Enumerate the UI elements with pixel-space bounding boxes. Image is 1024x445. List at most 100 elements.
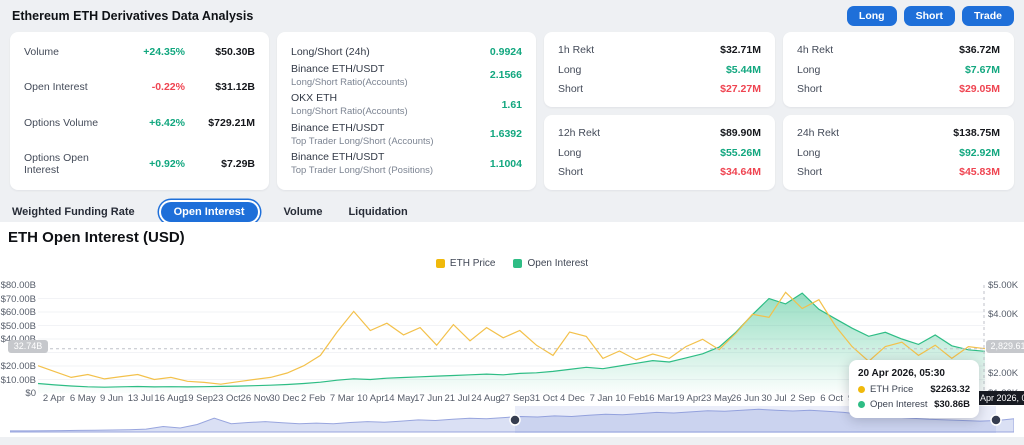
stat-row: Options Volume+6.42%$729.21M bbox=[24, 117, 255, 129]
ratio-title: Binance ETH/USDT bbox=[291, 151, 433, 163]
rekt-short-row: Short$29.05M bbox=[797, 83, 1000, 95]
rekt-short-label: Short bbox=[797, 83, 822, 95]
navigator-handle-left[interactable] bbox=[510, 415, 520, 425]
left-axis-tick-label: $70.00B bbox=[0, 294, 36, 305]
tooltip-series-dot-icon bbox=[858, 401, 865, 408]
ratio-title: Long/Short (24h) bbox=[291, 46, 370, 58]
header-button-trade[interactable]: Trade bbox=[962, 6, 1014, 26]
header-button-long[interactable]: Long bbox=[847, 6, 897, 26]
rekt-total-value: $89.90M bbox=[720, 127, 761, 139]
x-axis-tick-label: 21 Jul bbox=[445, 393, 470, 404]
x-axis-tick-label: 9 Jun bbox=[100, 393, 123, 404]
x-axis-tick-label: 2 Apr bbox=[43, 393, 65, 404]
x-axis-tick-label: 23 Oct bbox=[213, 393, 241, 404]
chart-legend: ETH Price Open Interest bbox=[0, 258, 1024, 269]
rekt-short-value: $45.83M bbox=[959, 166, 1000, 178]
header-actions: Long Short Trade bbox=[847, 6, 1014, 26]
rekt-period-label: 1h Rekt bbox=[558, 44, 594, 56]
x-axis-tick-label: 23 May bbox=[701, 393, 732, 404]
left-axis-tick-label: $20.00B bbox=[0, 361, 36, 372]
rekt-long-label: Long bbox=[558, 64, 581, 76]
rekt-short-value: $34.64M bbox=[720, 166, 761, 178]
ratio-row: OKX ETHLong/Short Ratio(Accounts)1.61 bbox=[291, 92, 522, 117]
ratio-title: OKX ETH bbox=[291, 92, 408, 104]
rekt-long-row: Long$5.44M bbox=[558, 64, 761, 76]
x-axis-tick-label: 2 Sep bbox=[790, 393, 815, 404]
tab-liquidation[interactable]: Liquidation bbox=[348, 206, 407, 218]
rekt-card-12h: 12h Rekt$89.90MLong$55.26MShort$34.64M bbox=[544, 115, 775, 190]
ratio-subtitle: Top Trader Long/Short (Positions) bbox=[291, 165, 433, 176]
rekt-long-label: Long bbox=[797, 147, 820, 159]
x-axis-tick-label: 17 Jun bbox=[414, 393, 443, 404]
x-axis-tick-label: 19 Apr bbox=[674, 393, 701, 404]
navigator-handle-right[interactable] bbox=[991, 415, 1001, 425]
tooltip-series-dot-icon bbox=[858, 386, 865, 393]
stat-row: Open Interest-0.22%$31.12B bbox=[24, 81, 255, 93]
stat-value: $729.21M bbox=[185, 117, 255, 129]
rekt-long-value: $92.92M bbox=[959, 147, 1000, 159]
tooltip-series-label: ETH Price bbox=[870, 384, 930, 395]
x-axis-tick-label: 19 Sep bbox=[183, 393, 213, 404]
rekt-total-row: 4h Rekt$36.72M bbox=[797, 44, 1000, 56]
ratio-row: Binance ETH/USDTTop Trader Long/Short (A… bbox=[291, 122, 522, 147]
tab-volume[interactable]: Volume bbox=[284, 206, 323, 218]
tooltip-series-value: $2263.32 bbox=[930, 384, 970, 395]
rekt-card-1h: 1h Rekt$32.71M Long$5.44M Short$27.27M bbox=[544, 32, 775, 107]
rekt-total-row: 1h Rekt$32.71M bbox=[558, 44, 761, 56]
ratio-label-group: Long/Short (24h) bbox=[291, 46, 370, 58]
ratio-value: 0.9924 bbox=[490, 46, 522, 58]
stat-row: Volume+24.35%$50.30B bbox=[24, 46, 255, 58]
ratio-subtitle: Long/Short Ratio(Accounts) bbox=[291, 106, 408, 117]
left-axis-tick-label: $80.00B bbox=[0, 280, 36, 291]
rekt-short-row: Short$27.27M bbox=[558, 83, 761, 95]
rekt-short-label: Short bbox=[558, 166, 583, 178]
stat-change: +6.42% bbox=[123, 117, 185, 129]
stat-row: Options Open Interest+0.92%$7.29B bbox=[24, 152, 255, 176]
tab-open-interest[interactable]: Open Interest bbox=[161, 202, 258, 222]
rekt-long-label: Long bbox=[797, 64, 820, 76]
ratio-title: Binance ETH/USDT bbox=[291, 122, 434, 134]
tooltip-row: Open Interest$30.86B bbox=[858, 399, 970, 410]
right-axis-tick-label: $5.00K bbox=[988, 280, 1018, 291]
stats-cards: Volume+24.35%$50.30B Open Interest-0.22%$… bbox=[10, 32, 1014, 190]
x-axis-tick-label: 10 Feb bbox=[615, 393, 645, 404]
rekt-total-value: $36.72M bbox=[959, 44, 1000, 56]
ratio-value: 2.1566 bbox=[490, 69, 522, 81]
x-axis-tick-label: 26 Jun bbox=[731, 393, 760, 404]
rekt-total-row: 24h Rekt$138.75M bbox=[797, 127, 1000, 139]
x-axis-tick-label: 30 Jul bbox=[761, 393, 786, 404]
ratio-label-group: Binance ETH/USDT Top Trader Long/Short (P… bbox=[291, 151, 433, 176]
ratio-title: Binance ETH/USDT bbox=[291, 63, 408, 75]
x-axis-tick-label: 13 Jul bbox=[128, 393, 153, 404]
x-axis-tick-label: 6 May bbox=[70, 393, 96, 404]
legend-item-eth-price: ETH Price bbox=[436, 258, 496, 269]
left-axis-tick-label: $10.00B bbox=[0, 375, 36, 386]
volume-stats-card: Volume+24.35%$50.30B Open Interest-0.22%$… bbox=[10, 32, 269, 190]
chart-tooltip: 20 Apr 2026, 05:30 ETH Price$2263.32Open… bbox=[849, 360, 979, 418]
right-axis-crosshair-badge: 2,829.61 bbox=[986, 340, 1024, 353]
ratio-subtitle: Long/Short Ratio(Accounts) bbox=[291, 77, 408, 88]
main-chart[interactable] bbox=[38, 285, 985, 393]
x-axis-tick-label: 2 Feb bbox=[301, 393, 325, 404]
rekt-column-left: 1h Rekt$32.71MLong$5.44MShort$27.27M12h … bbox=[544, 32, 775, 190]
x-axis-tick-label: 26 Nov bbox=[241, 393, 271, 404]
rekt-short-row: Short $34.64M bbox=[558, 166, 761, 178]
long-short-ratio-card: Long/Short (24h) 0.9924 Binance ETH/USDT Lo… bbox=[277, 32, 536, 190]
stat-change: -0.22% bbox=[123, 81, 185, 93]
rekt-short-row: Short$45.83M bbox=[797, 166, 1000, 178]
ratio-value: 1.6392 bbox=[490, 128, 522, 140]
header-button-short[interactable]: Short bbox=[904, 6, 955, 26]
chart-panel: ETH Open Interest (USD) ETH Price Open In… bbox=[0, 222, 1024, 437]
tab-weighted-funding-rate[interactable]: Weighted Funding Rate bbox=[12, 206, 135, 218]
x-axis-tick-label: 16 Aug bbox=[154, 393, 184, 404]
rekt-short-value: $27.27M bbox=[720, 83, 761, 95]
x-axis-tick-label: 10 Apr bbox=[357, 393, 384, 404]
rekt-period-label: 12h Rekt bbox=[558, 127, 600, 139]
chart-title: ETH Open Interest (USD) bbox=[8, 229, 185, 246]
x-axis-tick-label: 31 Oct bbox=[530, 393, 558, 404]
tooltip-series-label: Open Interest bbox=[870, 399, 934, 410]
legend-label: ETH Price bbox=[450, 258, 496, 269]
ratio-label-group: OKX ETH Long/Short Ratio(Accounts) bbox=[291, 92, 408, 117]
rekt-long-row: Long $92.92M bbox=[797, 147, 1000, 159]
legend-item-open-interest: Open Interest bbox=[513, 258, 588, 269]
